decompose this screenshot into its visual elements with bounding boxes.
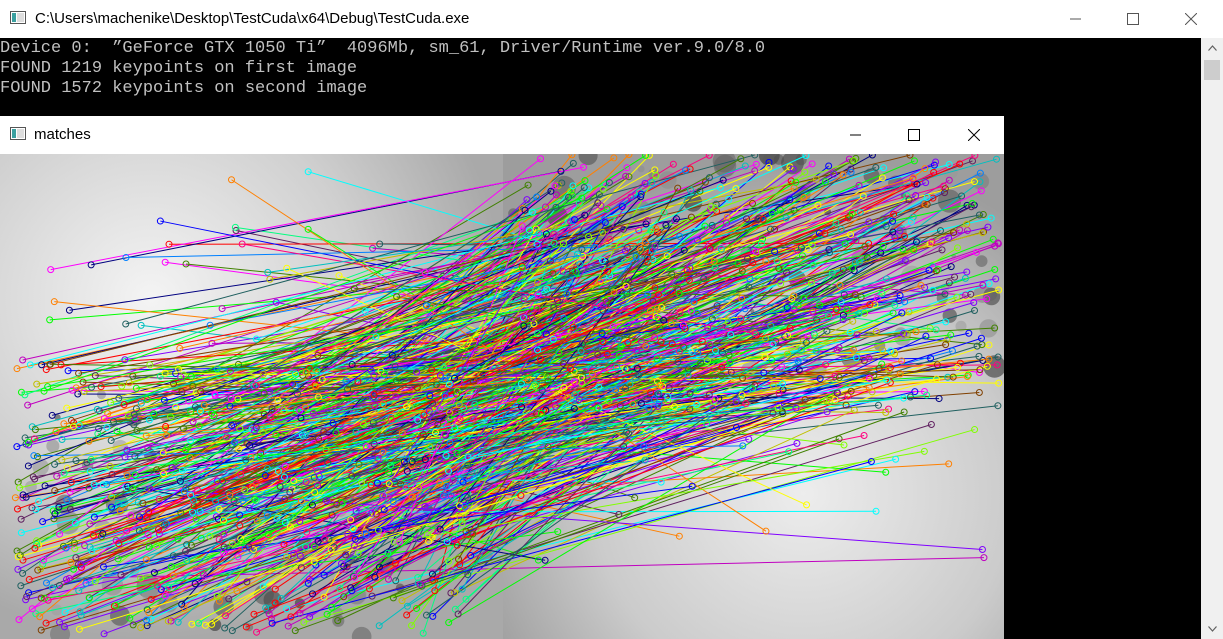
console-window-icon — [10, 11, 26, 24]
maximize-button[interactable] — [1104, 0, 1162, 38]
texture-blob — [96, 390, 107, 400]
maximize-icon — [908, 129, 920, 141]
console-line: Device 0: ”GeForce GTX 1050 Ti” 4096Mb, … — [0, 39, 766, 58]
matches-close-button[interactable] — [945, 116, 1003, 154]
matches-title: matches — [34, 126, 91, 143]
texture-blob — [975, 255, 988, 267]
matches-image-canvas — [0, 154, 1004, 639]
scroll-up-button[interactable] — [1201, 38, 1223, 58]
scroll-down-button[interactable] — [1201, 619, 1223, 639]
matches-window: matches — [0, 116, 1004, 639]
close-button[interactable] — [1162, 0, 1220, 38]
matches-image — [0, 154, 1004, 639]
matches-maximize-button[interactable] — [886, 116, 942, 154]
texture-blob — [253, 584, 274, 605]
maximize-icon — [1127, 13, 1139, 25]
minimize-button[interactable] — [1047, 0, 1105, 38]
console-line: FOUND 1219 keypoints on first image — [0, 59, 358, 78]
texture-blob — [534, 178, 546, 190]
scrollbar-thumb[interactable] — [1204, 60, 1220, 80]
matches-minimize-button[interactable] — [828, 116, 884, 154]
texture-blob — [46, 439, 60, 453]
texture-blob — [971, 172, 989, 190]
console-titlebar[interactable]: C:\Users\machenike\Desktop\TestCuda\x64\… — [0, 0, 1223, 38]
console-title: C:\Users\machenike\Desktop\TestCuda\x64\… — [35, 10, 470, 27]
minimize-icon — [1070, 18, 1081, 20]
texture-blob — [773, 154, 785, 165]
matches-window-icon — [10, 127, 26, 140]
console-line: FOUND 1572 keypoints on second image — [0, 79, 368, 98]
close-icon — [968, 129, 980, 141]
matches-titlebar[interactable]: matches — [0, 116, 1004, 154]
vertical-scrollbar[interactable] — [1201, 38, 1223, 639]
chevron-down-icon — [1207, 626, 1217, 632]
chevron-up-icon — [1207, 45, 1217, 51]
close-icon — [1185, 13, 1197, 25]
minimize-icon — [850, 134, 861, 136]
